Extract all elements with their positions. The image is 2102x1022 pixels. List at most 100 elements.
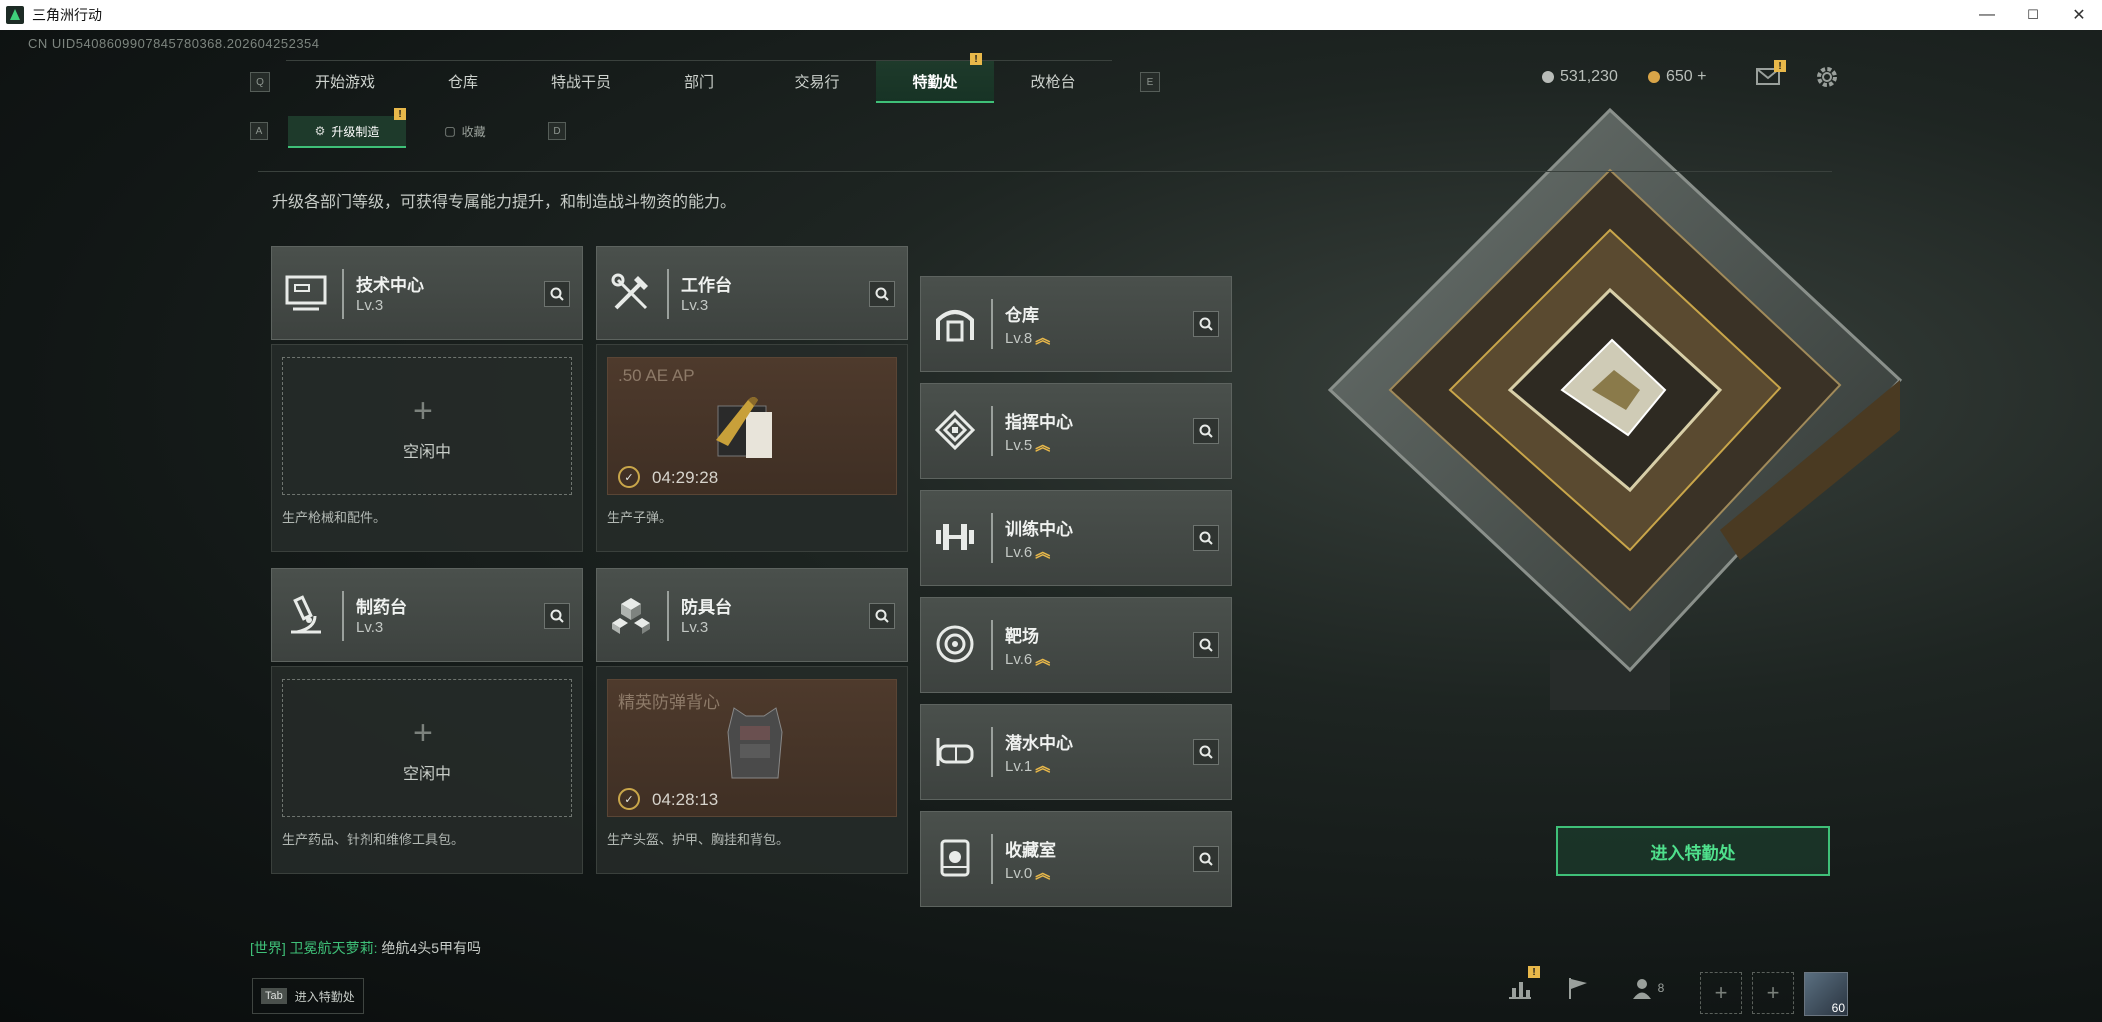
tab-warehouse[interactable]: 仓库 bbox=[404, 60, 522, 101]
produced-item-name: 精英防弹背心 bbox=[618, 693, 720, 712]
display-case-icon bbox=[933, 836, 977, 880]
search-button[interactable] bbox=[1193, 418, 1219, 444]
upgrade-available-icon: ︽ bbox=[1035, 437, 1051, 454]
tab-key: Tab bbox=[261, 988, 287, 1004]
department-level: Lv.3 bbox=[356, 297, 384, 314]
subtab-upgrade-craft[interactable]: ⚙ 升级制造 ! bbox=[288, 108, 406, 148]
stats-badge: ! bbox=[1528, 966, 1540, 978]
chat-text: 绝航4头5甲有吗 bbox=[381, 940, 482, 956]
department-card-shooting-range[interactable]: 靶场 Lv.6 ︽ bbox=[920, 597, 1232, 693]
close-button[interactable]: ✕ bbox=[2056, 0, 2102, 30]
tab-operators[interactable]: 特战干员 bbox=[522, 60, 640, 101]
department-name: 指挥中心 bbox=[1005, 413, 1073, 432]
invite-slot-button[interactable]: + bbox=[1752, 972, 1794, 1014]
tab-shortcut-hint[interactable]: Tab 进入特勤处 bbox=[252, 978, 364, 1014]
separator bbox=[991, 620, 993, 670]
settings-button[interactable] bbox=[1814, 64, 1840, 90]
production-timer: 04:28:13 bbox=[652, 790, 719, 809]
wrench-icon: ✓ bbox=[618, 466, 640, 488]
friends-icon bbox=[1632, 979, 1651, 999]
search-button[interactable] bbox=[1193, 739, 1219, 765]
stats-button[interactable]: ! bbox=[1502, 966, 1540, 1006]
gem-balance[interactable]: 650 + bbox=[1648, 68, 1706, 86]
department-card-workbench[interactable]: 工作台 Lv.3 bbox=[596, 246, 908, 340]
department-name: 防具台 bbox=[681, 598, 732, 617]
search-button[interactable] bbox=[869, 603, 895, 629]
separator bbox=[342, 591, 344, 641]
maximize-button[interactable]: ☐ bbox=[2010, 0, 2056, 30]
microscope-icon bbox=[284, 593, 328, 637]
minimize-button[interactable]: — bbox=[1964, 0, 2010, 30]
search-icon bbox=[875, 287, 889, 301]
sub-nav: ⚙ 升级制造 ! ▢ 收藏 bbox=[288, 108, 524, 148]
friends-button[interactable]: 8 bbox=[1624, 970, 1670, 1006]
department-card-diving-center[interactable]: 潜水中心 Lv.1 ︽ bbox=[920, 704, 1232, 800]
world-chat-message[interactable]: [世界] 卫冕航天萝莉: 绝航4头5甲有吗 bbox=[250, 938, 481, 958]
active-production-slot[interactable]: 精英防弹背心 ✓ 04:28:13 bbox=[607, 679, 897, 817]
search-button[interactable] bbox=[1193, 311, 1219, 337]
production-panel-tech-center: + 空闲中 生产枪械和配件。 bbox=[271, 344, 583, 552]
department-card-training-center[interactable]: 训练中心 Lv.6 ︽ bbox=[920, 490, 1232, 586]
department-card-collection-room[interactable]: 收藏室 Lv.0 ︽ bbox=[920, 811, 1232, 907]
idle-production-slot[interactable]: + 空闲中 bbox=[282, 679, 572, 817]
player-uid: CN UID5408609907845780368.202604252354 bbox=[28, 36, 320, 51]
department-card-storage[interactable]: 仓库 Lv.8 ︽ bbox=[920, 276, 1232, 372]
search-icon bbox=[1199, 638, 1213, 652]
subtab-label: 收藏 bbox=[461, 124, 486, 139]
tab-start-game[interactable]: 开始游戏 bbox=[286, 60, 404, 101]
level-text: Lv.1 bbox=[1005, 758, 1033, 775]
window-title: 三角洲行动 bbox=[32, 7, 102, 23]
department-name: 工作台 bbox=[681, 276, 732, 295]
department-level: Lv.5 ︽ bbox=[1005, 434, 1050, 455]
idle-production-slot[interactable]: + 空闲中 bbox=[282, 357, 572, 495]
subtab-collection[interactable]: ▢ 收藏 bbox=[406, 116, 524, 146]
gear-icon bbox=[1817, 67, 1837, 87]
department-name: 潜水中心 bbox=[1005, 734, 1073, 753]
coin-balance[interactable]: 531,230 bbox=[1542, 68, 1618, 86]
subnav-left-key-hint: A bbox=[250, 122, 268, 140]
separator bbox=[991, 513, 993, 563]
search-button[interactable] bbox=[869, 281, 895, 307]
active-production-slot[interactable]: .50 AE AP ✓ 04:29:28 bbox=[607, 357, 897, 495]
department-card-tech-center[interactable]: 技术中心 Lv.3 bbox=[271, 246, 583, 340]
separator bbox=[991, 299, 993, 349]
nav-left-key-hint: Q bbox=[250, 72, 270, 92]
search-button[interactable] bbox=[1193, 632, 1219, 658]
department-card-command-center[interactable]: 指挥中心 Lv.5 ︽ bbox=[920, 383, 1232, 479]
search-icon bbox=[550, 609, 564, 623]
search-button[interactable] bbox=[544, 281, 570, 307]
wrench-icon: ✓ bbox=[618, 788, 640, 810]
enter-special-ops-button[interactable]: 进入特勤处 bbox=[1556, 826, 1830, 876]
department-level: Lv.8 ︽ bbox=[1005, 327, 1050, 348]
department-card-armor-bench[interactable]: 防具台 Lv.3 bbox=[596, 568, 908, 662]
computer-icon bbox=[284, 271, 328, 315]
tab-gunsmith[interactable]: 改枪台 bbox=[994, 60, 1112, 101]
mail-button[interactable]: ! bbox=[1756, 60, 1786, 86]
search-icon bbox=[1199, 745, 1213, 759]
production-timer: 04:29:28 bbox=[652, 468, 719, 487]
player-avatar[interactable]: 60 bbox=[1804, 972, 1848, 1016]
search-icon bbox=[1199, 531, 1213, 545]
collection-icon: ▢ bbox=[444, 124, 456, 138]
add-icon: + bbox=[413, 714, 433, 752]
page-description: 升级各部门等级，可获得专属能力提升，和制造战斗物资的能力。 bbox=[272, 194, 737, 211]
department-level: Lv.6 ︽ bbox=[1005, 648, 1050, 669]
tab-special-ops[interactable]: 特勤处 ! bbox=[876, 53, 994, 103]
search-button[interactable] bbox=[544, 603, 570, 629]
tab-market[interactable]: 交易行 bbox=[758, 60, 876, 101]
flag-button[interactable] bbox=[1560, 970, 1596, 1006]
ammo-box-image bbox=[716, 397, 772, 458]
tab-department[interactable]: 部门 bbox=[640, 60, 758, 101]
coin-icon bbox=[1542, 71, 1554, 83]
department-card-pharmacy[interactable]: 制药台 Lv.3 bbox=[271, 568, 583, 662]
chat-channel: [世界] bbox=[250, 940, 286, 956]
search-button[interactable] bbox=[1193, 525, 1219, 551]
invite-slot-button[interactable]: + bbox=[1700, 972, 1742, 1014]
department-name: 制药台 bbox=[356, 598, 407, 617]
department-name: 技术中心 bbox=[356, 276, 424, 295]
search-button[interactable] bbox=[1193, 846, 1219, 872]
game-screen: CN UID5408609907845780368.202604252354 Q… bbox=[0, 30, 2102, 1022]
plus-icon: + bbox=[1766, 980, 1780, 1005]
level-text: Lv.6 bbox=[1005, 544, 1033, 561]
separator bbox=[991, 727, 993, 777]
